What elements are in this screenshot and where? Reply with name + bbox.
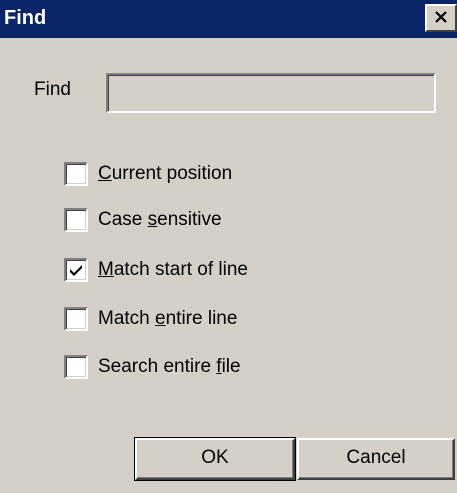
find-input[interactable] (106, 73, 436, 113)
search-entire-file-label: Search entire file (98, 356, 241, 377)
current-position-checkbox[interactable] (64, 162, 88, 186)
title-bar[interactable]: Find (0, 0, 457, 38)
match-entire-line-label: Match entire line (98, 308, 238, 329)
match-start-of-line-checkbox[interactable] (64, 258, 88, 282)
case-sensitive-label: Case sensitive (98, 209, 222, 230)
match-start-of-line-label: Match start of line (98, 259, 248, 280)
match-entire-line-checkbox[interactable] (64, 307, 88, 331)
ok-button[interactable]: OK (134, 437, 296, 481)
current-position-label: Current position (98, 163, 233, 184)
check-icon (70, 265, 82, 276)
search-entire-file-checkbox[interactable] (64, 355, 88, 379)
close-icon (435, 11, 447, 23)
find-label: Find (34, 79, 71, 100)
dialog-title: Find (4, 7, 47, 29)
find-dialog: Find Find Current position Case sensitiv… (0, 0, 457, 493)
case-sensitive-checkbox[interactable] (64, 208, 88, 232)
close-button[interactable] (425, 4, 457, 32)
cancel-button[interactable]: Cancel (297, 438, 455, 480)
